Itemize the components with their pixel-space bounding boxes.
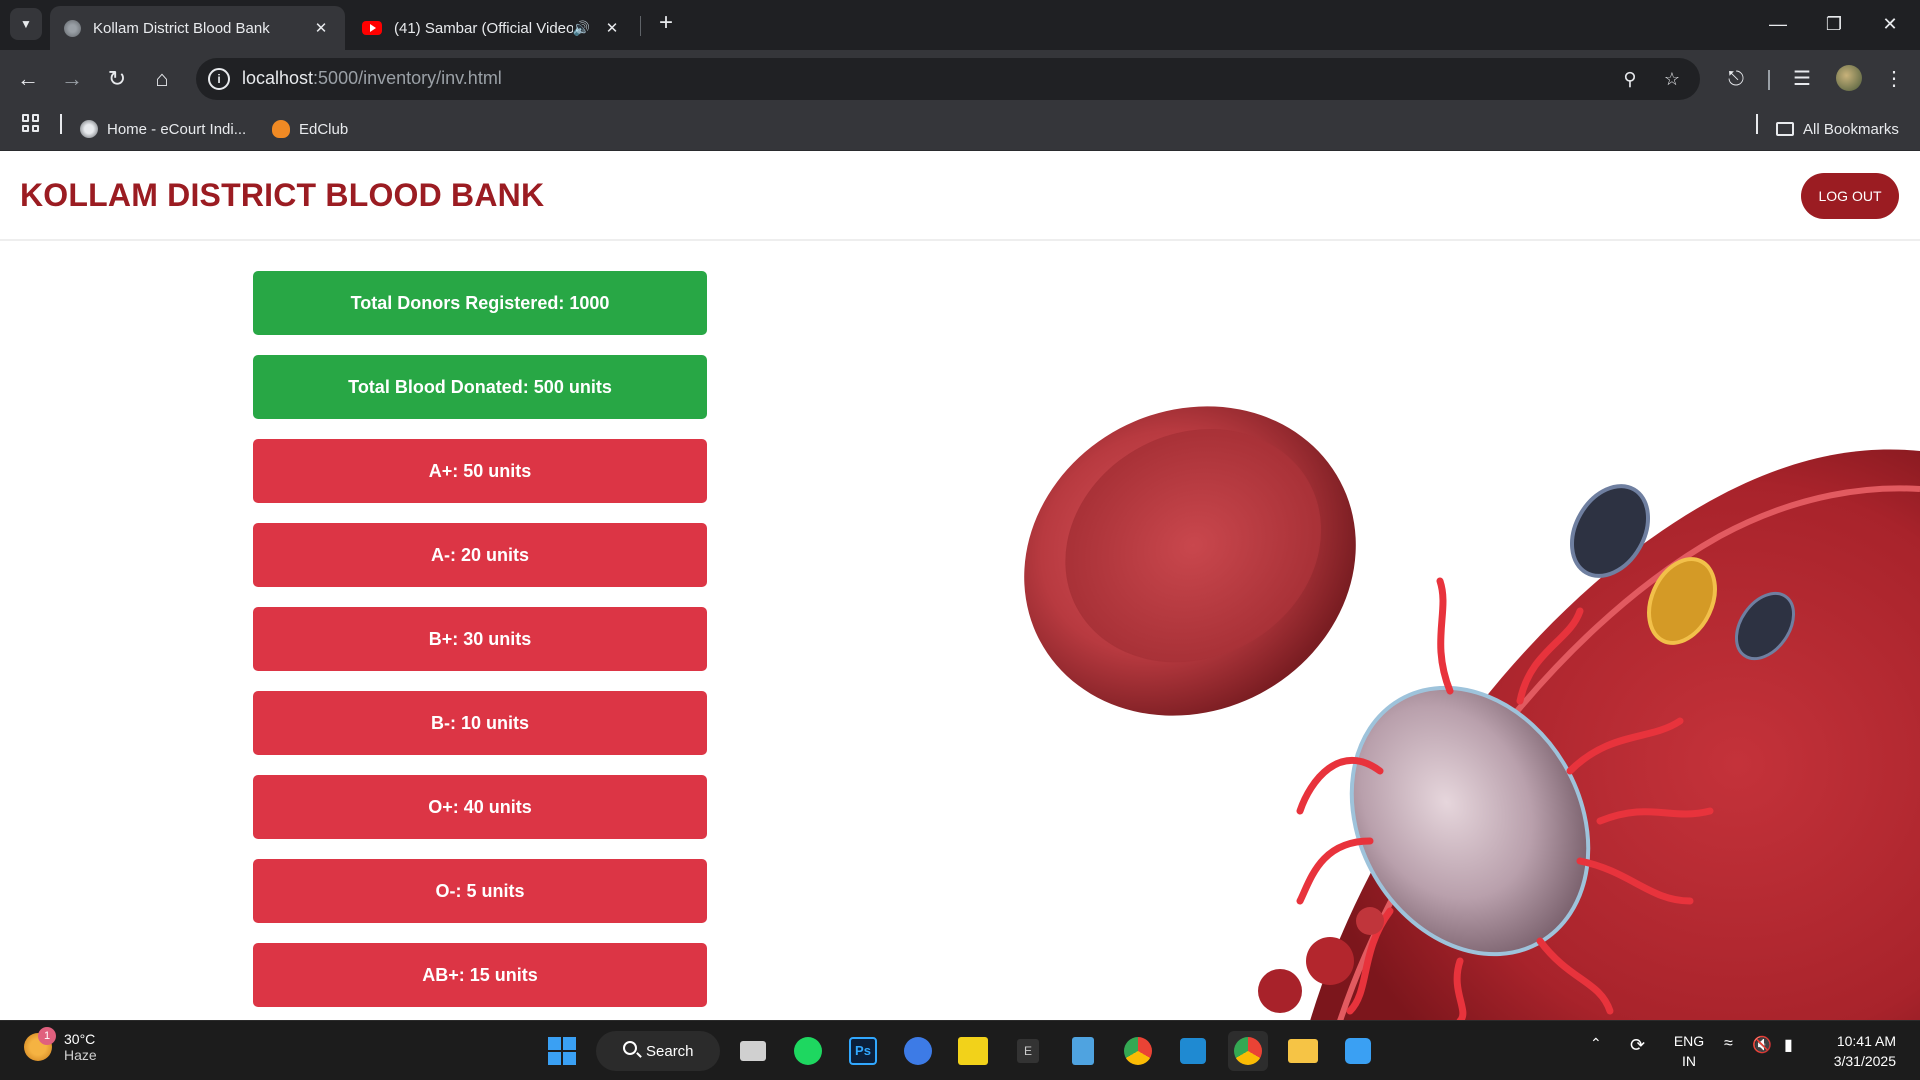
- url-text[interactable]: localhost:5000/inventory/inv.html: [242, 68, 502, 89]
- photoshop-icon[interactable]: Ps: [843, 1031, 883, 1071]
- blood-group-ab-pos: AB+: 15 units: [253, 943, 707, 1007]
- lang-code: ENG: [1673, 1033, 1705, 1049]
- tab-strip: ▼ Kollam District Blood Bank ✕ (41) Samb…: [0, 0, 1920, 50]
- blood-group-a-neg: A-: 20 units: [253, 523, 707, 587]
- red-blood-cell: [1024, 406, 1356, 716]
- notepad-icon[interactable]: [1063, 1031, 1103, 1071]
- back-button[interactable]: ←: [12, 63, 44, 95]
- site-info-icon[interactable]: i: [208, 68, 230, 90]
- bookmarks-divider: [1756, 114, 1758, 134]
- tab-title: Kollam District Blood Bank: [93, 19, 270, 37]
- page-title: KOLLAM DISTRICT BLOOD BANK: [20, 177, 545, 213]
- task-view-icon[interactable]: [733, 1031, 773, 1071]
- blood-group-o-neg: O-: 5 units: [253, 859, 707, 923]
- search-label: Search: [646, 1042, 694, 1060]
- clock-time: 10:41 AM: [1836, 1033, 1896, 1049]
- weather-icon: 1: [24, 1027, 56, 1061]
- lang-region: IN: [1682, 1053, 1696, 1069]
- apps-grid-icon[interactable]: [22, 114, 40, 132]
- wifi-icon[interactable]: ≈: [1724, 1035, 1733, 1053]
- new-tab-button[interactable]: +: [652, 10, 680, 38]
- media-control-icon[interactable]: ☰: [1788, 65, 1816, 93]
- zoom-icon[interactable]: ⚲: [1618, 67, 1642, 91]
- tab-blood-bank[interactable]: Kollam District Blood Bank ✕: [50, 6, 345, 50]
- minimize-button[interactable]: —: [1758, 8, 1798, 40]
- weather-condition: Haze: [64, 1047, 97, 1063]
- total-donors-card: Total Donors Registered: 1000: [253, 271, 707, 335]
- tab-divider: [640, 16, 641, 36]
- tab-title: (41) Sambar (Official Video): [394, 19, 573, 37]
- restore-button[interactable]: ❐: [1814, 8, 1854, 40]
- logout-button[interactable]: LOG OUT: [1801, 173, 1899, 219]
- site-header: KOLLAM DISTRICT BLOOD BANK LOG OUT: [0, 151, 1920, 241]
- menu-icon[interactable]: ⋮: [1880, 65, 1908, 93]
- language-indicator[interactable]: ENG IN: [1672, 1031, 1706, 1071]
- sync-app-icon[interactable]: [898, 1031, 938, 1071]
- show-hidden-icons[interactable]: ⌃: [1590, 1035, 1602, 1052]
- cell-cross-section: [1258, 449, 1920, 1020]
- bookmark-label: EdClub: [299, 120, 349, 138]
- notification-badge: 1: [38, 1027, 56, 1045]
- all-bookmarks-label: All Bookmarks: [1803, 120, 1899, 138]
- globe-icon: [64, 19, 81, 37]
- close-tab-icon[interactable]: ✕: [602, 19, 622, 37]
- page-viewport: KOLLAM DISTRICT BLOOD BANK LOG OUT Total…: [0, 151, 1920, 1020]
- address-bar[interactable]: i localhost:5000/inventory/inv.html ⚲ ☆: [196, 58, 1700, 100]
- bookmark-edclub[interactable]: EdClub: [272, 118, 348, 140]
- reload-button[interactable]: ↻: [101, 63, 133, 95]
- extensions-icon[interactable]: ⎋: [1722, 65, 1750, 93]
- forward-button[interactable]: →: [56, 63, 88, 95]
- edclub-icon: [272, 120, 290, 138]
- inventory-list: Total Donors Registered: 1000 Total Bloo…: [253, 271, 707, 1020]
- windows-taskbar: 1 30°C Haze Search Ps E ⌃ ⟳ ENG IN ≈ 🔇 ▮…: [0, 1020, 1920, 1080]
- profile-avatar[interactable]: [1836, 65, 1862, 91]
- total-donated-card: Total Blood Donated: 500 units: [253, 355, 707, 419]
- bookmark-ecourt[interactable]: Home - eCourt Indi...: [80, 118, 246, 140]
- globe-icon: [80, 120, 98, 138]
- blood-group-o-pos: O+: 40 units: [253, 775, 707, 839]
- tab-search-button[interactable]: ▼: [10, 8, 42, 40]
- browser-toolbar: ← → ↻ ⌂ i localhost:5000/inventory/inv.h…: [0, 50, 1920, 108]
- blood-group-b-neg: B-: 10 units: [253, 691, 707, 755]
- close-tab-icon[interactable]: ✕: [311, 19, 331, 37]
- blood-group-b-pos: B+: 30 units: [253, 607, 707, 671]
- chevron-down-icon: ▼: [20, 17, 32, 31]
- blood-cell-illustration: [1024, 406, 1920, 1020]
- speaker-icon[interactable]: 🔊: [573, 20, 590, 37]
- start-button[interactable]: [542, 1031, 582, 1071]
- taskbar-search[interactable]: Search: [596, 1031, 720, 1071]
- system-clock[interactable]: 10:41 AM 3/31/2025: [1820, 1031, 1896, 1071]
- battery-icon[interactable]: ▮: [1784, 1035, 1793, 1055]
- photos-icon[interactable]: [1338, 1031, 1378, 1071]
- file-explorer-icon[interactable]: [1283, 1031, 1323, 1071]
- bookmark-star-icon[interactable]: ☆: [1660, 67, 1684, 91]
- weather-temp: 30°C: [64, 1031, 96, 1047]
- sync-tray-icon[interactable]: ⟳: [1630, 1035, 1645, 1056]
- search-icon: [623, 1041, 637, 1055]
- chrome-icon[interactable]: [1118, 1031, 1158, 1071]
- epic-icon[interactable]: E: [1008, 1031, 1048, 1071]
- bookmarks-divider: [60, 114, 62, 134]
- spotify-icon[interactable]: [788, 1031, 828, 1071]
- blood-group-a-pos: A+: 50 units: [253, 439, 707, 503]
- cisco-app-icon[interactable]: [953, 1031, 993, 1071]
- toolbar-divider: [1768, 70, 1770, 90]
- home-button[interactable]: ⌂: [146, 63, 178, 95]
- folder-icon: [1776, 122, 1794, 136]
- clock-date: 3/31/2025: [1833, 1053, 1896, 1069]
- youtube-icon: [362, 21, 382, 35]
- tab-youtube[interactable]: (41) Sambar (Official Video) 🔊 ✕: [348, 6, 636, 50]
- vscode-icon[interactable]: [1173, 1031, 1213, 1071]
- chrome-active-icon[interactable]: [1228, 1031, 1268, 1071]
- bookmark-label: Home - eCourt Indi...: [107, 120, 247, 138]
- weather-widget[interactable]: 1 30°C Haze: [24, 1027, 97, 1063]
- volume-muted-icon[interactable]: 🔇: [1752, 1035, 1772, 1055]
- all-bookmarks[interactable]: All Bookmarks: [1776, 118, 1899, 140]
- close-window-button[interactable]: ✕: [1870, 8, 1910, 40]
